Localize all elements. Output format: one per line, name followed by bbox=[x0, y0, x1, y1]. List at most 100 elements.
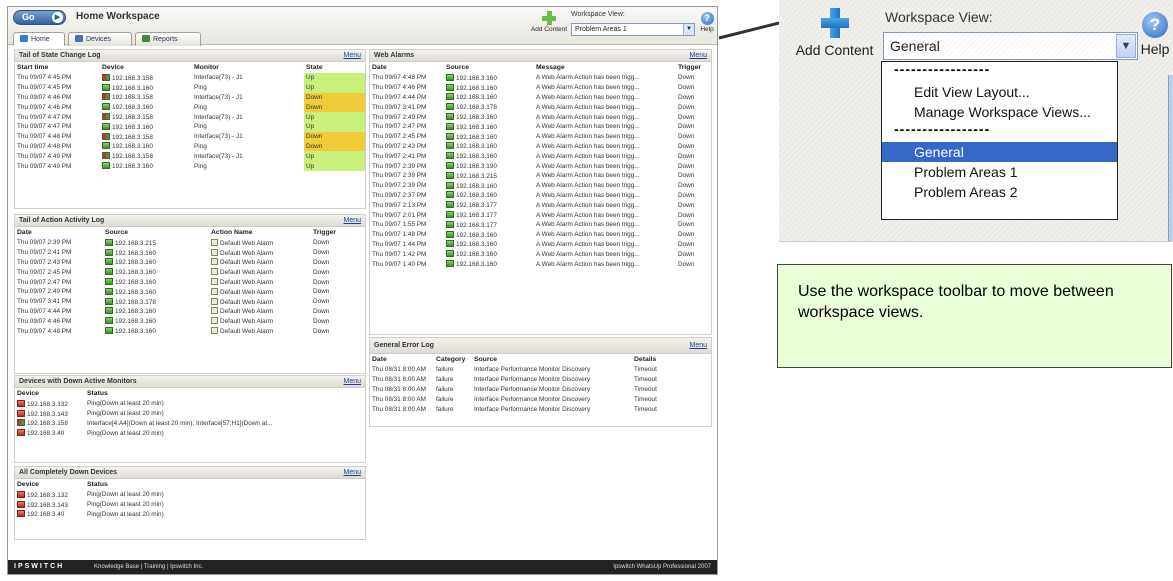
column-header[interactable]: Source bbox=[472, 354, 632, 365]
table-row[interactable]: Thu 09/07 2:01 PM 192.168.3.177 A Web Alar… bbox=[370, 210, 711, 220]
table-row[interactable]: Thu 09/07 4:47 PM 192.168.3.158 Interface(… bbox=[15, 112, 365, 122]
table-row[interactable]: Thu 09/07 2:39 PM 192.168.3.215 Default We… bbox=[15, 238, 365, 248]
column-header[interactable]: State bbox=[304, 62, 365, 73]
table-row[interactable]: Thu 09/07 4:48 PM 192.168.3.160 Ping Down bbox=[15, 141, 365, 152]
table-row[interactable]: Thu 09/07 1:55 PM 192.168.3.177 A Web Alar… bbox=[370, 220, 711, 230]
column-header[interactable]: Status bbox=[85, 479, 365, 490]
tab-home[interactable]: Home bbox=[13, 32, 65, 46]
column-header[interactable]: Device bbox=[100, 62, 192, 73]
column-header[interactable]: Details bbox=[632, 354, 711, 365]
table-row[interactable]: Thu 09/07 1:44 PM 192.168.3.160 A Web Alar… bbox=[370, 240, 711, 250]
chevron-down-icon[interactable]: ▼ bbox=[683, 24, 694, 35]
table-row[interactable]: Thu 09/07 4:48 PM 192.168.3.160 A Web Alar… bbox=[370, 73, 711, 83]
column-header[interactable]: Category bbox=[434, 354, 472, 365]
table-row[interactable]: Thu 09/07 4:44 PM 192.168.3.160 A Web Alar… bbox=[370, 93, 711, 103]
menu-item-manage-workspace-views[interactable]: Manage Workspace Views... bbox=[882, 102, 1117, 122]
footer-links[interactable]: Knowledge Base | Training | Ipswitch Inc… bbox=[94, 560, 203, 574]
column-header[interactable]: Date bbox=[370, 354, 434, 365]
table-row[interactable]: Thu 09/07 3:41 PM 192.168.3.178 A Web Alar… bbox=[370, 102, 711, 112]
table-row[interactable]: Thu 09/07 2:41 PM 192.168.3.160 Default We… bbox=[15, 248, 365, 258]
table-row[interactable]: Thu 09/07 4:46 PM 192.168.3.160 A Web Alar… bbox=[370, 83, 711, 93]
table-row[interactable]: Thu 08/31 8:00 AM failure Interface Perfor… bbox=[370, 385, 711, 395]
help-button[interactable]: ? Help bbox=[698, 12, 716, 33]
table-row[interactable]: Thu 09/07 2:49 PM 192.168.3.160 Default We… bbox=[15, 287, 365, 297]
table-row[interactable]: Thu 09/07 1:48 PM 192.168.3.160 A Web Alar… bbox=[370, 230, 711, 240]
table-row[interactable]: 192.168.3.158 Interface[4:A4](Down at lea… bbox=[15, 419, 365, 429]
column-header[interactable]: Device bbox=[15, 479, 85, 490]
table-row[interactable]: 192.168.3.143 Ping(Down at least 20 min) bbox=[15, 500, 365, 510]
zoom-help-button[interactable]: ? Help bbox=[1139, 12, 1171, 57]
table-row[interactable]: Thu 08/31 8:00 AM failure Interface Perfor… bbox=[370, 365, 711, 375]
table-row[interactable]: 192.168.3.40 Ping(Down at least 20 min) bbox=[15, 510, 365, 520]
monitor-cell-text: Interface(73) - J1 bbox=[194, 152, 243, 160]
column-header[interactable]: Trigger bbox=[311, 227, 365, 238]
column-header[interactable]: Trigger bbox=[676, 62, 711, 73]
menu-item-edit-view-layout[interactable]: Edit View Layout... bbox=[882, 82, 1117, 102]
column-header[interactable]: Start time bbox=[15, 62, 100, 73]
column-header[interactable]: Message bbox=[534, 62, 676, 73]
tab-devices[interactable]: Devices bbox=[68, 32, 132, 46]
table-row[interactable]: Thu 09/07 2:39 PM 192.168.3.190 A Web Alar… bbox=[370, 161, 711, 171]
panel-menu-link[interactable]: Menu bbox=[343, 467, 361, 479]
table-row[interactable]: Thu 09/07 2:41 PM 192.168.3.160 A Web Alar… bbox=[370, 151, 711, 161]
menu-item-problem-areas-2[interactable]: Problem Areas 2 bbox=[882, 182, 1117, 202]
table-row[interactable]: Thu 09/07 2:37 PM 192.168.3.160 A Web Alar… bbox=[370, 191, 711, 201]
table-row[interactable]: Thu 09/07 2:49 PM 192.168.3.160 A Web Alar… bbox=[370, 112, 711, 122]
column-header[interactable]: Action Name bbox=[209, 227, 311, 238]
table-row[interactable]: Thu 09/07 4:45 PM 192.168.3.158 Interface(… bbox=[15, 73, 365, 83]
panel-menu-link[interactable]: Menu bbox=[689, 50, 707, 62]
table-row[interactable]: Thu 08/31 8:00 AM failure Interface Perfor… bbox=[370, 394, 711, 404]
chevron-down-icon[interactable]: ▼ bbox=[1116, 34, 1136, 58]
table-row[interactable]: Thu 09/07 2:13 PM 192.168.3.177 A Web Alar… bbox=[370, 200, 711, 210]
column-header[interactable]: Date bbox=[15, 227, 103, 238]
table-row[interactable]: Thu 09/07 2:43 PM 192.168.3.160 Default We… bbox=[15, 258, 365, 268]
zoom-add-content-button[interactable]: Add Content bbox=[787, 8, 882, 58]
panel-menu-link[interactable]: Menu bbox=[343, 376, 361, 388]
table-row[interactable]: Thu 08/31 8:00 AM failure Interface Perfor… bbox=[370, 375, 711, 385]
menu-item-general[interactable]: General bbox=[882, 142, 1117, 162]
table-row[interactable]: 192.168.3.132 Ping(Down at least 20 min) bbox=[15, 490, 365, 500]
table-row[interactable]: Thu 09/07 2:39 PM 192.168.3.215 A Web Alar… bbox=[370, 171, 711, 181]
table-row[interactable]: Thu 09/07 2:45 PM 192.168.3.160 A Web Alar… bbox=[370, 132, 711, 142]
scrollbar[interactable] bbox=[1168, 75, 1173, 241]
column-header[interactable]: Source bbox=[444, 62, 534, 73]
panel-menu-link[interactable]: Menu bbox=[343, 215, 361, 227]
table-row[interactable]: Thu 09/07 4:48 PM 192.168.3.160 Default We… bbox=[15, 326, 365, 336]
column-header[interactable]: Source bbox=[103, 227, 209, 238]
column-header[interactable]: Status bbox=[85, 388, 365, 399]
table-row[interactable]: Thu 09/07 1:40 PM 192.168.3.160 A Web Alar… bbox=[370, 259, 711, 269]
table-row[interactable]: Thu 09/07 4:46 PM 192.168.3.160 Default We… bbox=[15, 316, 365, 326]
workspace-view-select[interactable]: Problem Areas 1 ▼ bbox=[571, 23, 695, 36]
table-row[interactable]: Thu 09/07 2:39 PM 192.168.3.160 A Web Alar… bbox=[370, 181, 711, 191]
table-row[interactable]: Thu 09/07 4:49 PM 192.168.3.158 Interface(… bbox=[15, 151, 365, 162]
table-row[interactable]: Thu 09/07 1:42 PM 192.168.3.160 A Web Alar… bbox=[370, 249, 711, 259]
add-content-button[interactable]: Add Content bbox=[526, 11, 572, 33]
table-row[interactable]: Thu 09/07 2:45 PM 192.168.3.160 Default We… bbox=[15, 267, 365, 277]
start-time-cell: Thu 09/07 4:47 PM bbox=[15, 112, 100, 122]
table-row[interactable]: Thu 09/07 2:43 PM 192.168.3.160 A Web Alar… bbox=[370, 142, 711, 152]
tab-reports[interactable]: Reports bbox=[135, 32, 201, 46]
column-header[interactable]: Date bbox=[370, 62, 444, 73]
table-row[interactable]: Thu 09/07 4:48 PM 192.168.3.158 Interface(… bbox=[15, 131, 365, 142]
table-row[interactable]: Thu 09/07 2:47 PM 192.168.3.160 Default We… bbox=[15, 277, 365, 287]
table-row[interactable]: Thu 08/31 8:00 AM failure Interface Perfor… bbox=[370, 404, 711, 414]
table-row[interactable]: Thu 09/07 4:45 PM 192.168.3.160 Ping Up bbox=[15, 82, 365, 93]
table-row[interactable]: Thu 09/07 4:44 PM 192.168.3.160 Default We… bbox=[15, 307, 365, 317]
table-row[interactable]: Thu 09/07 4:47 PM 192.168.3.160 Ping Up bbox=[15, 121, 365, 132]
panel-title: Tail of Action Activity Log bbox=[19, 217, 105, 224]
table-row[interactable]: Thu 09/07 2:47 PM 192.168.3.160 A Web Alar… bbox=[370, 122, 711, 132]
panel-menu-link[interactable]: Menu bbox=[343, 50, 361, 62]
table-row[interactable]: 192.168.3.132 Ping(Down at least 20 min) bbox=[15, 399, 365, 409]
go-menu-button[interactable]: Go ▶ bbox=[13, 10, 66, 25]
table-row[interactable]: Thu 09/07 4:46 PM 192.168.3.158 Interface(… bbox=[15, 92, 365, 103]
table-row[interactable]: 192.168.3.143 Ping(Down at least 20 min) bbox=[15, 409, 365, 419]
table-row[interactable]: Thu 09/07 4:49 PM 192.168.3.160 Ping Up bbox=[15, 161, 365, 171]
menu-item-problem-areas-1[interactable]: Problem Areas 1 bbox=[882, 162, 1117, 182]
table-row[interactable]: Thu 09/07 3:41 PM 192.168.3.178 Default We… bbox=[15, 297, 365, 307]
panel-menu-link[interactable]: Menu bbox=[689, 338, 707, 354]
table-row[interactable]: Thu 09/07 4:46 PM 192.168.3.160 Ping Down bbox=[15, 102, 365, 113]
table-row[interactable]: 192.168.3.40 Ping(Down at least 20 min) bbox=[15, 428, 365, 438]
column-header[interactable]: Monitor bbox=[192, 62, 304, 73]
zoom-workspace-view-select[interactable]: General ▼ bbox=[883, 32, 1138, 60]
column-header[interactable]: Device bbox=[15, 388, 85, 399]
